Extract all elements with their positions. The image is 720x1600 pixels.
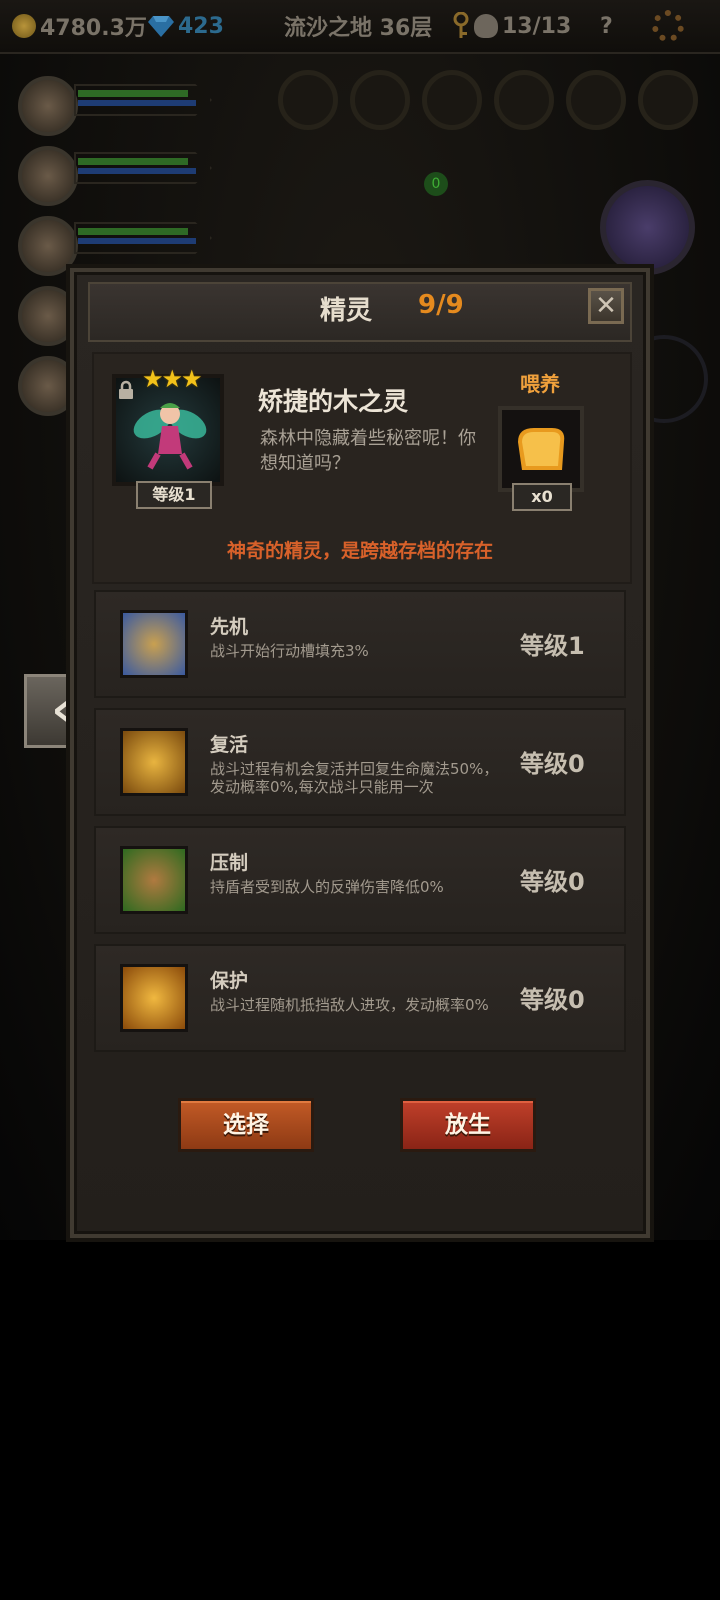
dialog-title: 精灵 xyxy=(320,296,373,326)
skill-description: 持盾者受到敌人的反弹伤害降低0% xyxy=(210,878,444,896)
wood-spirit-image xyxy=(133,403,207,470)
equip-slot-feather[interactable] xyxy=(566,70,626,130)
gem-counter: 423 xyxy=(148,10,224,42)
lock-icon[interactable] xyxy=(118,380,134,400)
skull-icon xyxy=(474,14,498,38)
bread-icon xyxy=(518,428,565,470)
revive-icon xyxy=(120,728,188,796)
skill-row-protect[interactable]: 保护 战斗过程随机抵挡敌人进攻，发动概率0% 等级0 xyxy=(94,944,626,1052)
skill-row-revive[interactable]: 复活 战斗过程有机会复活并回复生命魔法50%，发动概率0%,每次战斗只能用一次 … xyxy=(94,708,626,816)
top-bar: 4780.3万 423 流沙之地 36层 13/13 ? xyxy=(0,0,720,54)
hero-bars-1 xyxy=(74,84,212,116)
feed-label: 喂养 xyxy=(520,372,560,396)
boss-portrait[interactable] xyxy=(600,180,695,275)
spirit-tagline: 神奇的精灵，是跨越存档的存在 xyxy=(226,540,493,562)
kill-counter: 13/13 xyxy=(452,10,571,42)
skill-description: 战斗过程随机抵挡敌人进攻，发动概率0% xyxy=(210,996,489,1014)
equip-slot-weapon[interactable] xyxy=(278,70,338,130)
close-button[interactable]: ✕ xyxy=(588,288,624,324)
spirit-description: 森林中隐藏着些秘密呢！你想知道吗？ xyxy=(260,428,476,474)
kill-value: 13/13 xyxy=(502,13,572,39)
hero-portrait-3[interactable] xyxy=(18,216,78,276)
leopard-icon xyxy=(120,610,188,678)
skill-description: 战斗过程有机会复活并回复生命魔法50%，发动概率0%,每次战斗只能用一次 xyxy=(210,760,499,796)
skill-name: 复活 xyxy=(210,734,249,756)
skill-level: 等级0 xyxy=(520,986,585,1014)
skill-level: 等级1 xyxy=(520,632,585,660)
gear-icon xyxy=(652,10,684,42)
settings-button[interactable] xyxy=(652,10,684,42)
skill-description: 战斗开始行动槽填充3% xyxy=(210,642,369,660)
feed-item-slot[interactable] xyxy=(498,406,584,492)
hero-portrait-1[interactable] xyxy=(18,76,78,136)
claw-icon xyxy=(120,846,188,914)
hero-portrait-5[interactable] xyxy=(18,356,78,416)
rarity-stars: ★★★ xyxy=(142,365,203,393)
diamond-icon xyxy=(148,16,174,37)
hero-portrait-2[interactable] xyxy=(18,146,78,206)
skill-level: 等级0 xyxy=(520,868,585,896)
spirit-level: 等级1 xyxy=(136,481,212,509)
equip-slot-mount[interactable] xyxy=(494,70,554,130)
equip-slot-pet[interactable] xyxy=(638,70,698,130)
skill-name: 压制 xyxy=(210,852,249,874)
equip-slot-potion[interactable] xyxy=(422,70,482,130)
equip-slot-empty[interactable] xyxy=(350,70,410,130)
gold-value: 4780.3万 xyxy=(40,16,147,41)
help-button[interactable]: ? xyxy=(600,10,613,42)
skill-name: 保护 xyxy=(210,970,249,992)
status-badge: 0 xyxy=(424,172,448,196)
feed-count: x0 xyxy=(512,483,572,511)
spirit-dialog: 精灵 9/9 ✕ ★★★ 等级1 矫捷的木之灵 森林中隐藏着些秘密呢！你想知道吗… xyxy=(70,268,650,1238)
hero-bars-2 xyxy=(74,152,212,184)
key-icon xyxy=(453,12,469,38)
gold-counter: 4780.3万 xyxy=(12,10,147,42)
spirit-count: 9/9 xyxy=(418,290,464,320)
skill-row-suppress[interactable]: 压制 持盾者受到敌人的反弹伤害降低0% 等级0 xyxy=(94,826,626,934)
gem-value: 423 xyxy=(178,13,224,39)
guard-icon xyxy=(120,964,188,1032)
coin-icon xyxy=(12,14,36,38)
skill-level: 等级0 xyxy=(520,750,585,778)
hero-bars-3 xyxy=(74,222,212,254)
skill-row-initiative[interactable]: 先机 战斗开始行动槽填充3% 等级1 xyxy=(94,590,626,698)
skill-name: 先机 xyxy=(210,616,249,638)
hero-portrait-4[interactable] xyxy=(18,286,78,346)
stage-name: 流沙之地 36层 xyxy=(284,16,433,41)
release-button[interactable]: 放生 xyxy=(400,1098,536,1152)
spirit-name: 矫捷的木之灵 xyxy=(258,387,409,416)
select-button[interactable]: 选择 xyxy=(178,1098,314,1152)
